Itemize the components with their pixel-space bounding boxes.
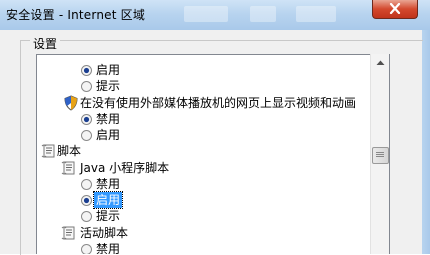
close-icon — [389, 2, 401, 15]
radio-unchecked-icon[interactable] — [81, 243, 92, 254]
radio-option[interactable]: 启用 — [37, 191, 371, 209]
radio-option[interactable]: 禁用 — [37, 111, 371, 127]
script-icon — [61, 225, 77, 241]
script-icon — [41, 143, 57, 159]
radio-checked-icon[interactable] — [81, 113, 92, 125]
setting-label: 在没有使用外部媒体播放机的网页上显示视频和动画 — [80, 96, 357, 110]
radio-option[interactable]: 提示 — [37, 78, 371, 94]
radio-unchecked-icon[interactable] — [81, 178, 92, 190]
setting-label: 活动脚本 — [80, 226, 129, 240]
background-tab-ghost — [184, 6, 228, 22]
radio-option-label: 禁用 — [96, 112, 121, 126]
setting-label: 脚本 — [57, 144, 82, 158]
background-tab-ghost — [296, 6, 336, 22]
radio-option-label: 提示 — [96, 209, 121, 223]
radio-unchecked-icon[interactable] — [81, 80, 92, 92]
scroll-up-arrow-icon — [376, 60, 384, 65]
close-button[interactable] — [372, 0, 418, 19]
security-shield-icon — [63, 95, 79, 111]
radio-option-label: 提示 — [96, 79, 121, 93]
radio-option[interactable]: 禁用 — [37, 241, 371, 254]
settings-list[interactable]: 启用 提示 在没有使用外部媒体播放机的网页上显示视频和动画 禁用 启用 脚本 Java 小程… — [36, 54, 390, 254]
radio-option[interactable]: 禁用 — [37, 176, 371, 192]
radio-checked-icon[interactable] — [81, 64, 92, 76]
category-item: 脚本 — [37, 143, 371, 159]
setting-item: 在没有使用外部媒体播放机的网页上显示视频和动画 — [37, 95, 371, 111]
radio-option[interactable]: 启用 — [37, 62, 371, 78]
radio-unchecked-icon[interactable] — [81, 210, 92, 222]
radio-option-label: 启用 — [96, 128, 121, 142]
scroll-thumb[interactable] — [372, 147, 389, 164]
radio-option[interactable]: 提示 — [37, 208, 371, 224]
setting-item: Java 小程序脚本 — [37, 160, 371, 176]
script-icon — [61, 160, 77, 176]
title-bar: 安全设置 - Internet 区域 — [0, 0, 430, 30]
settings-group-label: 设置 — [30, 35, 61, 52]
radio-option-label: 启用 — [92, 191, 124, 209]
scroll-up-button[interactable] — [371, 54, 389, 71]
security-settings-dialog: 设置 启用 提示 在没有使用外部媒体播放机的网页上显示视频和动画 禁用 启用 脚本 Java… — [0, 30, 423, 255]
window-frame-right — [422, 30, 430, 254]
setting-label: Java 小程序脚本 — [80, 161, 170, 175]
radio-option-label: 禁用 — [96, 177, 121, 191]
radio-option[interactable]: 启用 — [37, 127, 371, 143]
radio-checked-icon[interactable] — [81, 194, 92, 206]
radio-unchecked-icon[interactable] — [81, 129, 92, 141]
vertical-scrollbar[interactable] — [370, 54, 389, 254]
setting-item: 活动脚本 — [37, 225, 371, 241]
window-title: 安全设置 - Internet 区域 — [6, 8, 146, 22]
radio-option-label: 禁用 — [96, 242, 121, 254]
background-tab-ghost — [250, 6, 276, 22]
radio-option-label: 启用 — [96, 63, 121, 77]
